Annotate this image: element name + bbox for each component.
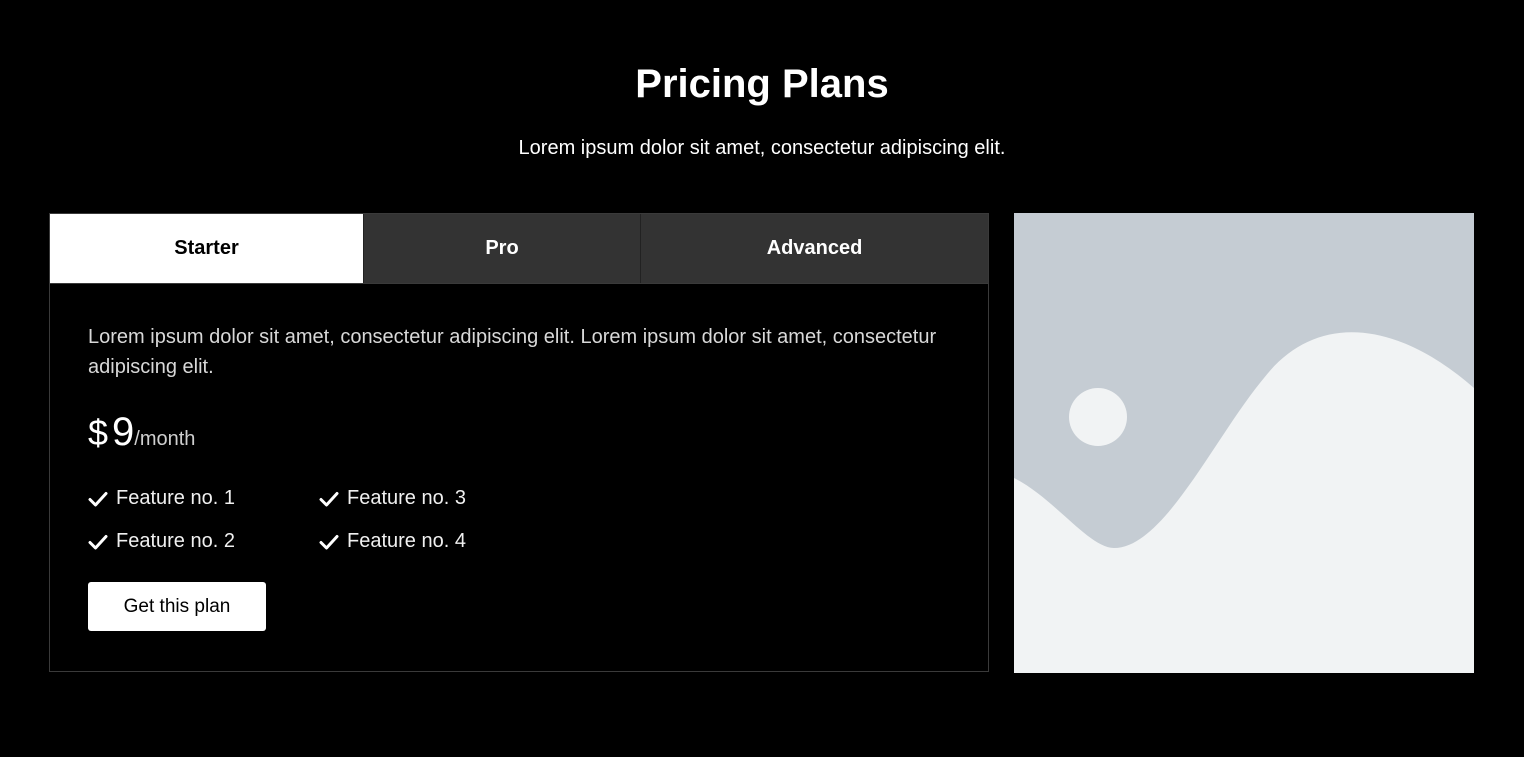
pricing-tabs: Starter Pro Advanced Lorem ipsum dolor s… [49, 213, 989, 672]
placeholder-sun [1069, 388, 1127, 446]
feature-label: Feature no. 3 [347, 487, 466, 509]
image-placeholder [1014, 213, 1474, 673]
tab-advanced[interactable]: Advanced [640, 214, 988, 283]
section-title: Pricing Plans [635, 62, 889, 106]
price-currency: $ [88, 412, 109, 453]
feature-item: Feature no. 2 [88, 529, 319, 554]
feature-label: Feature no. 1 [116, 487, 235, 509]
tab-bar: Starter Pro Advanced [49, 213, 989, 283]
feature-label: Feature no. 4 [347, 530, 466, 552]
check-icon [319, 491, 339, 506]
feature-item: Feature no. 1 [88, 486, 319, 511]
tab-pro[interactable]: Pro [363, 214, 640, 283]
price-period: /month [134, 428, 196, 450]
check-icon [88, 491, 108, 506]
feature-label: Feature no. 2 [116, 530, 235, 552]
get-plan-button[interactable]: Get this plan [88, 582, 266, 631]
feature-item: Feature no. 3 [319, 486, 550, 511]
check-icon [88, 534, 108, 549]
section-subtitle: Lorem ipsum dolor sit amet, consectetur … [518, 137, 1006, 159]
price-amount: 9 [112, 410, 135, 454]
pricing-section: Pricing Plans Lorem ipsum dolor sit amet… [0, 0, 1524, 757]
tab-starter[interactable]: Starter [50, 214, 363, 283]
tab-panel-starter: Lorem ipsum dolor sit amet, consectetur … [49, 283, 989, 672]
plan-price: $ 9 /month [88, 412, 950, 462]
feature-item: Feature no. 4 [319, 529, 550, 554]
landscape-placeholder-icon [1014, 213, 1474, 673]
feature-list: Feature no. 1 Feature no. 3 Feature no. … [88, 486, 950, 554]
check-icon [319, 534, 339, 549]
plan-description: Lorem ipsum dolor sit amet, consectetur … [88, 326, 937, 378]
